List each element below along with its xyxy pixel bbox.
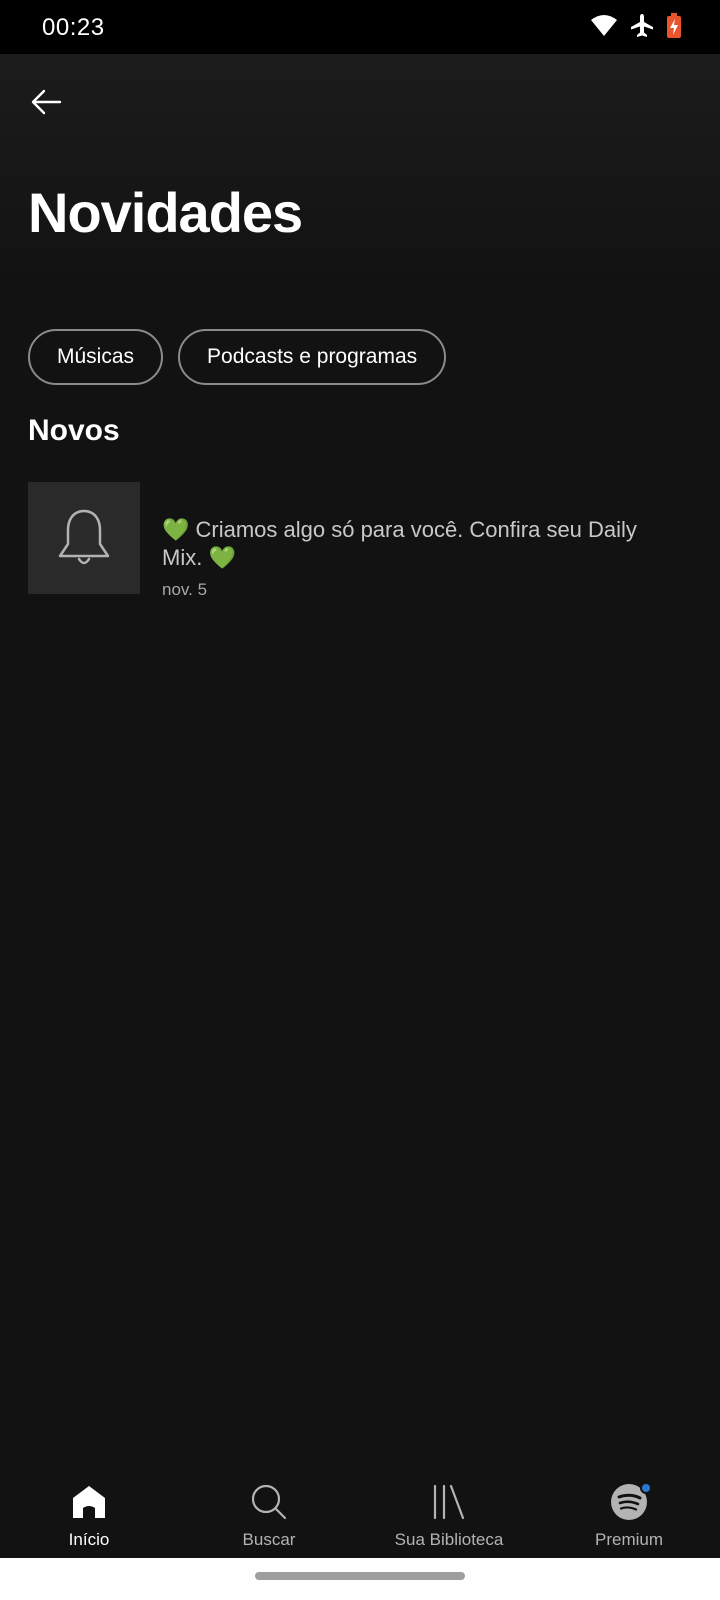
nav-label-premium: Premium xyxy=(594,1530,663,1549)
notification-date: nov. 5 xyxy=(162,580,208,599)
notification-thumbnail xyxy=(28,482,140,594)
nav-label-buscar: Buscar xyxy=(242,1530,296,1549)
status-icons xyxy=(590,12,682,44)
gesture-bar xyxy=(0,1558,720,1600)
notification-badge xyxy=(640,1482,652,1494)
status-time: 00:23 xyxy=(42,14,105,41)
header-background xyxy=(0,54,720,284)
page-title: Novidades xyxy=(28,181,303,244)
notification-text: 💚 Criamos algo só para você. Confira seu… xyxy=(162,482,662,599)
chip-podcasts[interactable]: Podcasts e programas xyxy=(178,329,447,385)
status-bar: 00:23 xyxy=(0,0,720,54)
nav-item-premium[interactable]: Premium xyxy=(549,1480,709,1554)
wifi-icon xyxy=(590,14,618,43)
nav-label-biblioteca: Sua Biblioteca xyxy=(394,1530,504,1549)
bottom-nav: Início Buscar Sua Biblioteca Premium xyxy=(0,1464,720,1558)
nav-item-biblioteca[interactable]: Sua Biblioteca xyxy=(369,1480,529,1554)
arrow-left-icon xyxy=(31,89,62,115)
list-item[interactable]: 💚 Criamos algo só para você. Confira seu… xyxy=(28,482,692,599)
home-icon xyxy=(71,1480,107,1524)
search-icon xyxy=(250,1480,288,1524)
back-button[interactable] xyxy=(24,80,68,124)
nav-item-inicio[interactable]: Início xyxy=(9,1480,169,1554)
screen: 00:23 Novidades Músicas Podcasts e progr… xyxy=(0,0,720,1600)
section-title: Novos xyxy=(28,414,120,447)
library-icon xyxy=(431,1480,467,1524)
battery-charging-icon xyxy=(666,12,682,44)
nav-item-buscar[interactable]: Buscar xyxy=(189,1480,349,1554)
gesture-handle[interactable] xyxy=(255,1572,465,1580)
filter-chips: Músicas Podcasts e programas xyxy=(28,329,447,385)
airplane-mode-icon xyxy=(630,13,654,44)
chip-musicas[interactable]: Músicas xyxy=(28,329,164,385)
nav-label-inicio: Início xyxy=(68,1530,110,1549)
spotify-logo-icon xyxy=(610,1480,652,1524)
bell-icon xyxy=(58,509,110,565)
notification-message: 💚 Criamos algo só para você. Confira seu… xyxy=(162,517,637,570)
